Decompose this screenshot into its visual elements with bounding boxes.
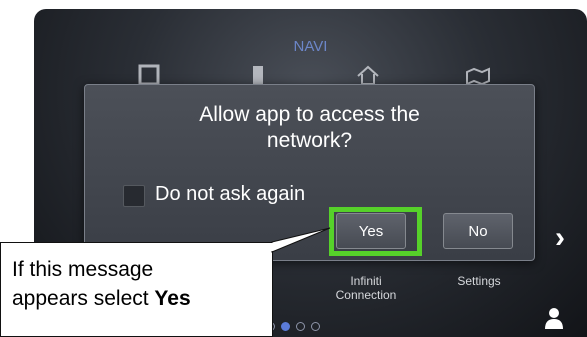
instruction-callout: If this message appears select Yes <box>0 242 273 337</box>
yes-button-highlight <box>329 207 422 256</box>
dialog-message-line1: Allow app to access the <box>199 103 420 126</box>
do-not-ask-checkbox[interactable] <box>123 185 145 207</box>
do-not-ask-label[interactable]: Do not ask again <box>155 183 305 206</box>
page-dot <box>311 322 320 331</box>
page-dot <box>296 322 305 331</box>
dialog-message-line2: network? <box>266 129 353 152</box>
callout-line1: If this message <box>12 258 154 281</box>
map-icon[interactable] <box>464 64 492 86</box>
bottom-item-infiniti-connection[interactable]: Infiniti Connection <box>326 274 406 302</box>
phone-icon[interactable] <box>136 64 164 86</box>
home-icon[interactable] <box>354 64 382 86</box>
bottom-item-settings[interactable]: Settings <box>444 274 514 288</box>
callout-text: If this message appears select Yes <box>12 255 191 313</box>
callout-line2-prefix: appears select <box>12 287 155 310</box>
info-icon[interactable] <box>244 64 272 86</box>
person-icon[interactable] <box>544 307 564 329</box>
navi-title: NAVI <box>293 38 328 55</box>
callout-pointer <box>271 227 331 253</box>
callout-line2-bold: Yes <box>154 287 191 310</box>
page-dot-active <box>281 322 290 331</box>
callout-line2: appears select Yes <box>12 284 191 313</box>
page-indicator <box>266 322 326 331</box>
no-button[interactable]: No <box>443 213 513 249</box>
chevron-right-icon[interactable]: › <box>555 221 565 255</box>
dialog-message: Allow app to access the network? <box>85 102 534 154</box>
